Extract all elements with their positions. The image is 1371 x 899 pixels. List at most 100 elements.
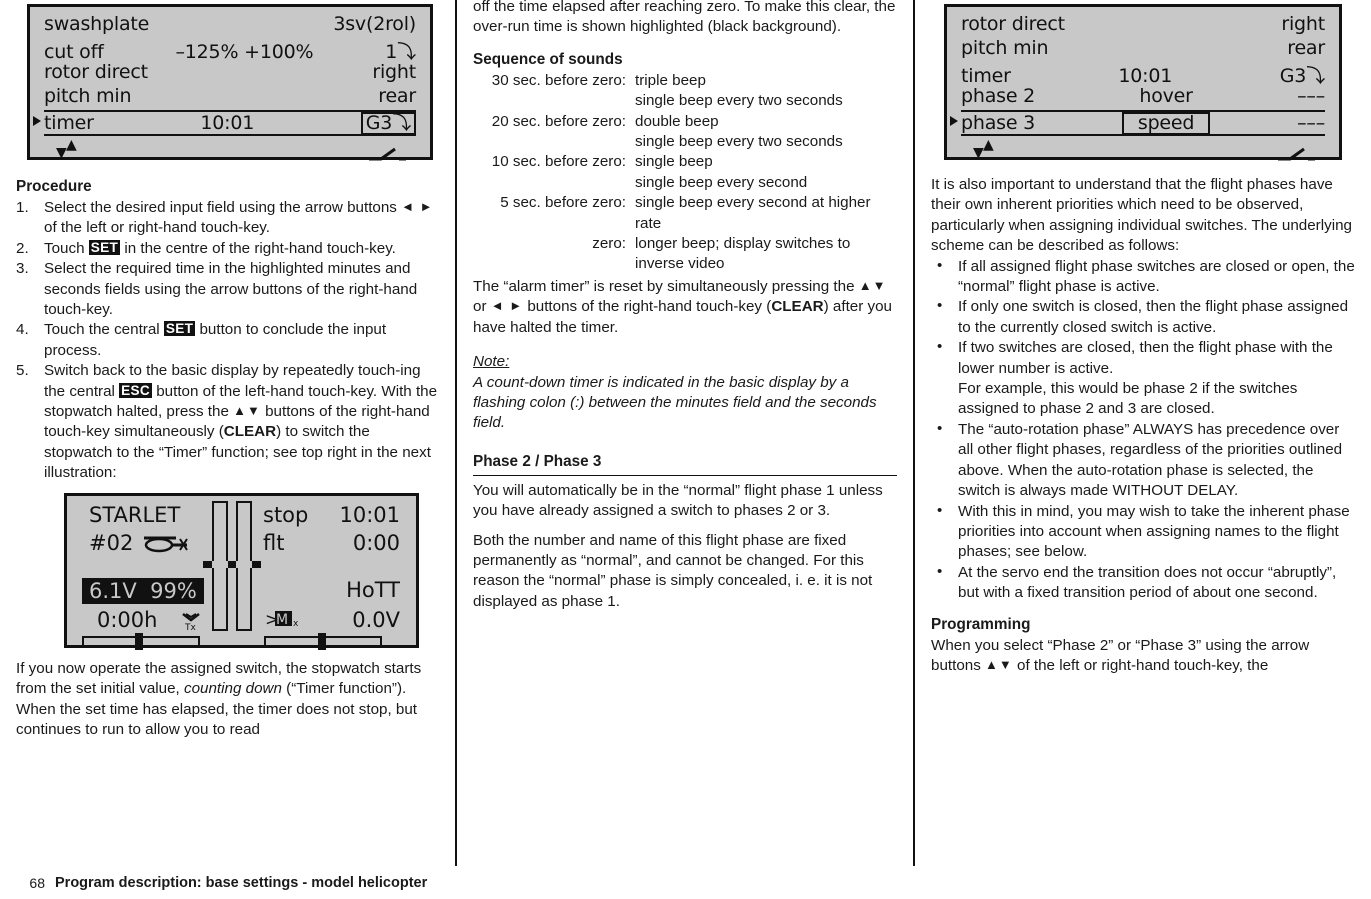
paragraph-overrun: off the time elapsed after reaching zero… bbox=[473, 0, 896, 36]
mode-m-icon: > M x bbox=[265, 609, 305, 634]
sound-when bbox=[473, 91, 635, 111]
lcd-mid: 10:01 bbox=[1118, 65, 1173, 87]
lcd-label: timer bbox=[44, 112, 94, 134]
lcd-row: phase 2 hover ––– bbox=[961, 85, 1325, 109]
lcd-right: ––– bbox=[1297, 112, 1325, 134]
lcd-label: swashplate bbox=[44, 13, 150, 35]
lcd-label: phase 3 bbox=[961, 112, 1036, 134]
note-block: Note: A count-down timer is indicated in … bbox=[473, 352, 897, 434]
flight-timer-label: flt bbox=[263, 530, 285, 555]
sound-when: 30 sec. before zero: bbox=[491, 71, 626, 89]
table-row: 10 sec. before zero: single beep bbox=[473, 152, 897, 172]
left-right-arrows-icon: ◄ ► bbox=[490, 298, 524, 314]
lcd-right: rear bbox=[1287, 37, 1325, 59]
step-number: 4. bbox=[16, 321, 29, 339]
bullet-icon: • bbox=[937, 562, 943, 580]
lcd-label: rotor direct bbox=[44, 61, 148, 83]
three-column-body: swashplate 3sv(2rol) cut off –125% +100%… bbox=[0, 0, 1371, 866]
list-item: • At the servo end the transition does n… bbox=[931, 563, 1355, 604]
lcd-footer-icons: ▲ ▼ bbox=[947, 136, 1339, 174]
lcd-basic-display: STARLET #02 6.1V 99% 0:00h Tx stop 10:01… bbox=[64, 492, 419, 650]
column-middle: off the time elapsed after reaching zero… bbox=[455, 0, 913, 866]
page-number: 68 bbox=[29, 874, 45, 891]
stick-bar-gap bbox=[212, 560, 228, 568]
lcd-mid: 10:01 bbox=[200, 112, 255, 134]
lcd-mid-boxed: speed bbox=[1121, 112, 1211, 135]
lcd-right: G3⤵ bbox=[1279, 65, 1325, 87]
bullet-text: If all assigned flight phase switches ar… bbox=[958, 257, 1355, 296]
lcd-label: pitch min bbox=[44, 85, 132, 107]
step-text: Select the desired input field using the… bbox=[44, 199, 434, 237]
sound-when: 5 sec. before zero: bbox=[500, 194, 626, 212]
lcd-mid: –125% +100% bbox=[175, 41, 314, 63]
bullet-subtext: For example, this would be phase 2 if th… bbox=[958, 380, 1298, 418]
bullet-icon: • bbox=[937, 338, 943, 356]
table-row: 30 sec. before zero: triple beep bbox=[473, 71, 897, 91]
step-text: Select the required time in the highligh… bbox=[44, 260, 418, 319]
sound-what: triple beep bbox=[635, 71, 706, 89]
step-text: Switch back to the basic display by repe… bbox=[44, 362, 438, 482]
lcd-rows: swashplate 3sv(2rol) cut off –125% +100%… bbox=[30, 7, 430, 136]
procedure-list: 1. Select the desired input field using … bbox=[16, 198, 439, 484]
bullet-icon: • bbox=[937, 501, 943, 519]
sound-what: single beep bbox=[635, 153, 713, 171]
selection-caret-icon bbox=[950, 116, 958, 126]
lcd-right: 1⤵ bbox=[385, 41, 416, 63]
bullet-icon: • bbox=[937, 419, 943, 437]
list-item: • The “auto-rotation phase” ALWAYS has p… bbox=[931, 420, 1355, 502]
clear-token: CLEAR bbox=[771, 298, 824, 316]
set-key-token: SET bbox=[163, 321, 196, 337]
sound-when bbox=[473, 132, 635, 152]
table-row: single beep every two seconds bbox=[473, 132, 897, 152]
up-down-arrows-icon: ▲▼ bbox=[858, 277, 887, 293]
lcd-mid-wrap: speed bbox=[1035, 112, 1297, 135]
rx-voltage: 0.0V bbox=[352, 607, 400, 632]
flight-timer-value: 0:00 bbox=[352, 530, 400, 555]
page-footer: 68 Program description: base settings - … bbox=[0, 866, 1371, 899]
step-number: 5. bbox=[16, 362, 29, 380]
sound-what: single beep every second bbox=[635, 173, 808, 191]
bullet-text: If two switches are closed, then the fli… bbox=[958, 339, 1333, 377]
table-row: 20 sec. before zero: double beep bbox=[473, 112, 897, 132]
list-item: • If all assigned flight phase switches … bbox=[931, 257, 1355, 298]
paragraph-reset-alarm-timer: The “alarm timer” is reset by simultaneo… bbox=[473, 277, 892, 336]
lcd-row-selected-timer[interactable]: timer 10:01 G3⤵ bbox=[33, 110, 416, 136]
lcd-row: pitch min rear bbox=[961, 37, 1325, 61]
sound-what: single beep every second at higher rate bbox=[635, 194, 871, 232]
column-right: rotor direct right pitch min rear timer … bbox=[913, 0, 1371, 866]
svg-text:x: x bbox=[293, 619, 299, 629]
lcd-label: timer bbox=[961, 65, 1011, 87]
lcd-row-selected-phase3[interactable]: phase 3 speed ––– bbox=[950, 110, 1325, 136]
paragraph-programming: When you select “Phase 2” or “Phase 3” u… bbox=[931, 636, 1310, 674]
list-item: • If only one switch is closed, then the… bbox=[931, 297, 1355, 338]
selection-caret-icon bbox=[33, 116, 41, 126]
sound-sequence-table: 30 sec. before zero: triple beep single … bbox=[473, 71, 897, 275]
lcd-rows: rotor direct right pitch min rear timer … bbox=[947, 7, 1339, 136]
heading-phase-2-phase-3: Phase 2 / Phase 3 bbox=[473, 452, 897, 476]
bullet-icon: • bbox=[937, 256, 943, 274]
helicopter-icon bbox=[142, 532, 190, 559]
lcd-right: ––– bbox=[1297, 85, 1325, 107]
battery-status-inverse: 6.1V 99% bbox=[82, 577, 204, 604]
lcd-right: right bbox=[1281, 13, 1325, 35]
lcd-row: timer 10:01 G3⤵ bbox=[961, 61, 1325, 87]
lcd-right: right bbox=[372, 61, 416, 83]
lcd-row: cut off –125% +100% 1⤵ bbox=[44, 37, 416, 63]
note-text: A count-down timer is indicated in the b… bbox=[473, 373, 877, 432]
sound-when: 20 sec. before zero: bbox=[491, 112, 626, 130]
switch-symbol-icon bbox=[368, 146, 408, 166]
table-row: single beep every second bbox=[473, 173, 897, 193]
system-label: HoTT bbox=[346, 577, 400, 602]
lcd-phase-menu: rotor direct right pitch min rear timer … bbox=[944, 4, 1342, 161]
heading-procedure: Procedure bbox=[16, 178, 92, 195]
sound-what: single beep every two seconds bbox=[635, 92, 843, 110]
sound-when bbox=[473, 173, 635, 193]
trim-marker-right bbox=[318, 632, 326, 650]
bullet-icon: • bbox=[937, 297, 943, 315]
lcd-label: rotor direct bbox=[961, 13, 1065, 35]
footer-title: Program description: base settings - mod… bbox=[55, 874, 428, 891]
memory-slot: #02 bbox=[89, 530, 134, 555]
sound-what: single beep every two seconds bbox=[635, 133, 843, 151]
step-text: Touch SET in the centre of the right-han… bbox=[44, 239, 396, 257]
lcd-right-boxed: G3⤵ bbox=[360, 112, 416, 135]
